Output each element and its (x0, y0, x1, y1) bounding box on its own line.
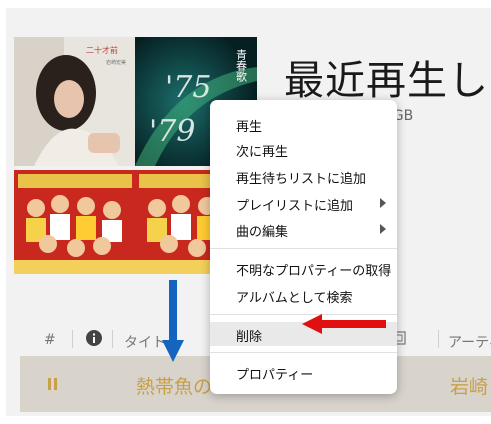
context-menu: 再生 次に再生 再生待ちリストに追加 プレイリストに追加 曲の編集 不明なプロパ… (210, 100, 397, 394)
column-artist[interactable]: アーティ (448, 332, 491, 352)
menu-item-label: プレイリストに追加 (236, 199, 354, 214)
track-artist: 岩崎 (450, 376, 489, 398)
playlist-title: 最近再生した (284, 58, 491, 104)
chevron-right-icon (380, 224, 386, 234)
album-2-year-top: '75 (165, 70, 211, 105)
menu-item-get-missing-properties[interactable]: 不明なプロパティーの取得 (210, 256, 397, 280)
album-1-artist: 岩崎宏美 (106, 59, 126, 66)
pause-icon[interactable] (48, 378, 58, 390)
menu-divider (210, 248, 397, 249)
column-divider[interactable] (112, 330, 113, 348)
menu-item-label: プロパティー (236, 368, 314, 383)
album-cover-3[interactable] (14, 170, 136, 274)
menu-item-play-next[interactable]: 次に再生 (210, 137, 397, 161)
menu-item-add-to-queue[interactable]: 再生待ちリストに追加 (210, 164, 397, 188)
album-1-title: 二十才前 (86, 45, 118, 55)
menu-item-label: 再生 (236, 120, 263, 135)
column-divider[interactable] (72, 330, 73, 348)
menu-item-label: 曲の編集 (236, 225, 289, 240)
red-arrow-annotation (302, 314, 386, 334)
menu-item-edit-song[interactable]: 曲の編集 (210, 217, 397, 241)
menu-item-add-to-playlist[interactable]: プレイリストに追加 (210, 191, 397, 215)
info-icon[interactable] (86, 330, 102, 350)
menu-divider (210, 352, 397, 353)
blue-arrow-annotation (162, 280, 184, 362)
menu-item-label: 再生待ちリストに追加 (236, 172, 367, 187)
chevron-right-icon (380, 198, 386, 208)
menu-item-label: 削除 (236, 330, 263, 345)
menu-item-properties[interactable]: プロパティー (210, 360, 397, 384)
album-cover-1[interactable]: 二十才前 岩崎宏美 (14, 37, 136, 166)
album-2-side-text: 青春歌 (235, 49, 248, 83)
column-divider[interactable] (438, 330, 439, 348)
track-title: 熱帯魚の (136, 376, 213, 398)
menu-item-label: 不明なプロパティーの取得 (236, 264, 392, 279)
album-2-year-bottom: '79 (149, 114, 195, 149)
menu-item-label: 次に再生 (236, 145, 289, 160)
menu-item-play[interactable]: 再生 (210, 112, 397, 136)
menu-item-search-as-album[interactable]: アルバムとして検索 (210, 283, 397, 307)
app-window: 二十才前 岩崎宏美 '75 '79 青春歌 最近再生し GB # タイトル アー… (6, 8, 491, 416)
menu-item-label: アルバムとして検索 (236, 291, 353, 306)
column-number[interactable]: # (44, 332, 56, 348)
